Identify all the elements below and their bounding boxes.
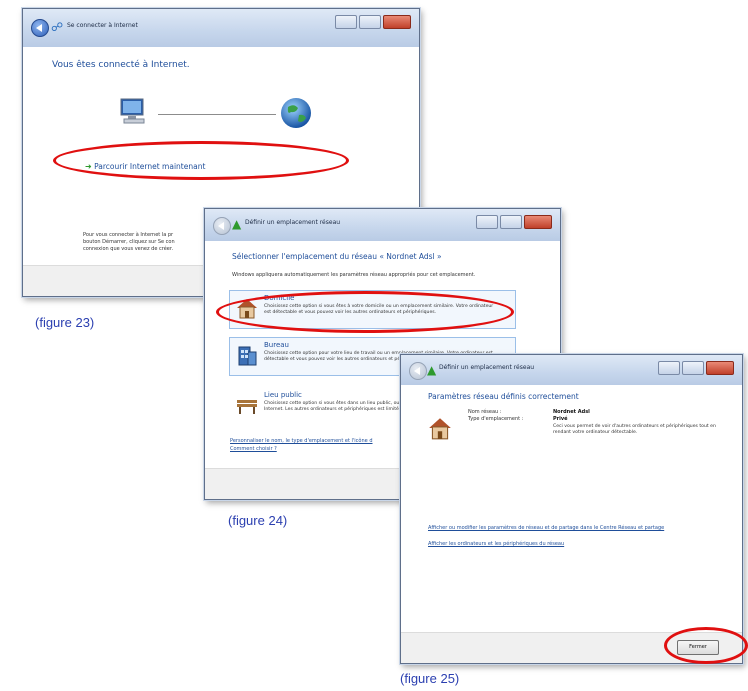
network-name-value: Nordnet Adsl <box>553 409 590 415</box>
maximize-button[interactable] <box>500 215 522 229</box>
park-bench-icon <box>237 400 257 414</box>
window-title: Se connecter à Internet <box>67 22 138 29</box>
window-controls <box>658 361 734 375</box>
close-window-button[interactable] <box>706 361 734 375</box>
figure-24-caption: (figure 24) <box>228 513 288 528</box>
minimize-button[interactable] <box>658 361 680 375</box>
customize-link[interactable]: Personnaliser le nom, le type d'emplacem… <box>230 438 373 444</box>
page-heading: Vous êtes connecté à Internet. <box>52 60 190 70</box>
window-body: Paramètres réseau définis correctement N… <box>401 385 742 663</box>
network-settings-link[interactable]: Afficher ou modifier les paramètres de r… <box>428 525 664 531</box>
window-controls <box>476 215 552 229</box>
footer-text-3: connexion que vous venez de créer. <box>83 246 174 252</box>
help-link[interactable]: Comment choisir ? <box>230 446 277 452</box>
page-heading: Paramètres réseau définis correctement <box>428 392 579 401</box>
back-arrow-icon[interactable] <box>31 19 49 37</box>
office-building-icon <box>238 346 257 366</box>
globe-icon <box>281 98 311 128</box>
network-icon: ▲ <box>232 217 242 231</box>
back-arrow-icon[interactable] <box>409 362 427 380</box>
close-window-button[interactable] <box>383 15 411 29</box>
location-type-label: Type d'emplacement : <box>468 416 524 422</box>
house-icon <box>429 418 451 440</box>
highlight-ellipse-domicile <box>216 291 514 333</box>
maximize-button[interactable] <box>359 15 381 29</box>
back-arrow-icon[interactable] <box>213 217 231 235</box>
footer-text-1: Pour vous connecter à Internet la pr <box>83 232 174 238</box>
title-bar: ▲ Définir un emplacement réseau <box>205 209 560 242</box>
window-network-settings: ▲ Définir un emplacement réseau Paramètr… <box>400 354 743 664</box>
network-icon: ▲ <box>427 363 437 377</box>
title-bar: ▲ Définir un emplacement réseau <box>401 355 742 386</box>
minimize-button[interactable] <box>335 15 357 29</box>
network-devices-link[interactable]: Afficher les ordinateurs et les périphér… <box>428 541 564 547</box>
location-type-description: Ceci vous permet de voir d'autres ordina… <box>553 424 716 435</box>
figure-25-caption: (figure 25) <box>400 671 460 686</box>
close-window-button[interactable] <box>524 215 552 229</box>
highlight-ellipse-browse <box>53 141 349 180</box>
window-controls <box>335 15 411 29</box>
window-title: Définir un emplacement réseau <box>439 364 535 371</box>
figure-23-caption: (figure 23) <box>35 315 95 330</box>
footer-text-2: bouton Démarrer, cliquez sur Se con <box>83 239 175 245</box>
network-name-label: Nom réseau : <box>468 409 502 415</box>
page-heading: Sélectionner l'emplacement du réseau « N… <box>232 252 442 261</box>
page-subtext: Windows appliquera automatiquement les p… <box>232 272 476 278</box>
option-title: Bureau <box>264 341 289 349</box>
minimize-button[interactable] <box>476 215 498 229</box>
network-icon: ☍ <box>51 20 64 34</box>
connection-line <box>158 114 276 115</box>
computer-icon <box>120 98 145 124</box>
maximize-button[interactable] <box>682 361 704 375</box>
window-title: Définir un emplacement réseau <box>245 219 341 226</box>
location-type-value: Privé <box>553 416 568 422</box>
highlight-ellipse-close <box>664 627 748 664</box>
option-title: Lieu public <box>264 391 302 399</box>
title-bar: ☍ Se connecter à Internet <box>23 9 419 48</box>
